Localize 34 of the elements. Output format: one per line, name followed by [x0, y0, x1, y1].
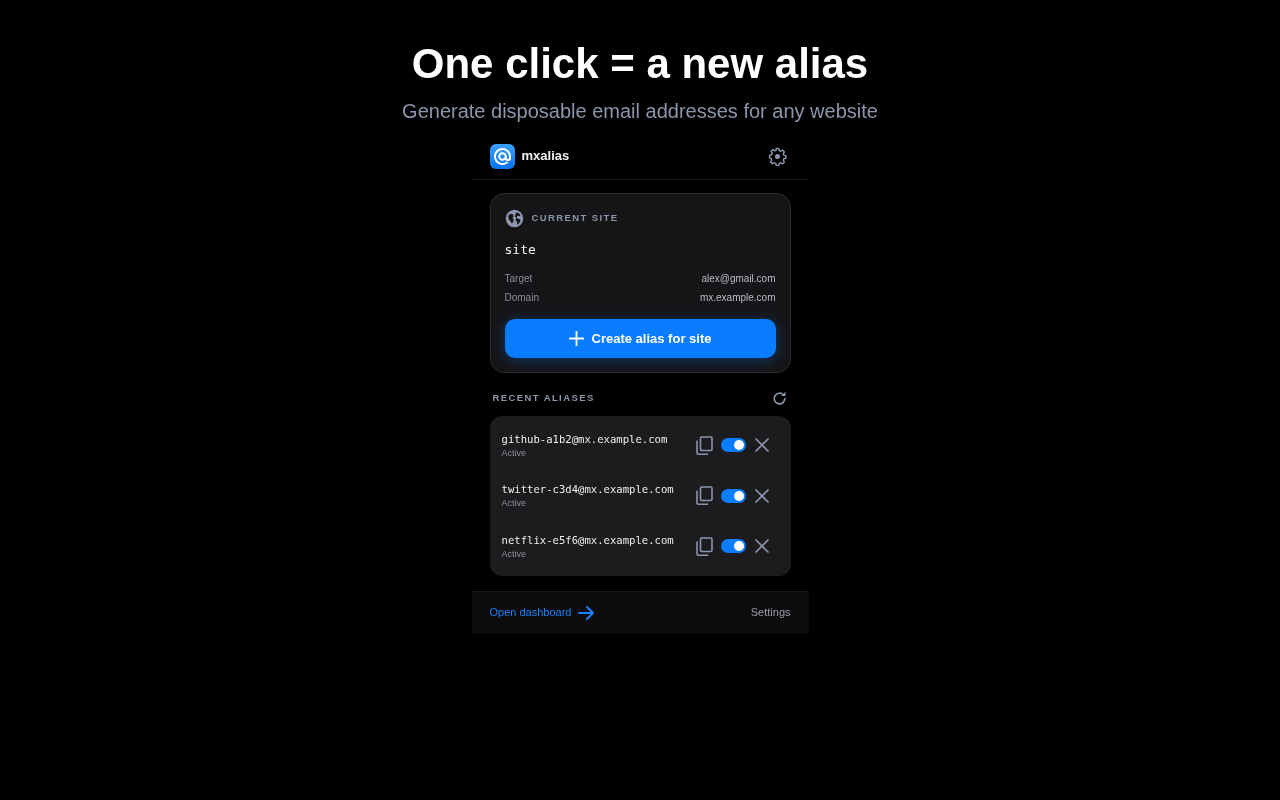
section-heading: CURRENT SITE [531, 211, 619, 226]
toggle-switch[interactable] [720, 488, 746, 503]
copy-icon[interactable] [695, 536, 713, 556]
alias-address: netflix-e5f6@mx.example.com [501, 532, 674, 547]
plus-icon [568, 331, 584, 346]
detail-label: Domain [504, 291, 539, 304]
close-icon[interactable] [754, 539, 769, 554]
close-icon[interactable] [754, 438, 769, 453]
globe-icon [504, 209, 524, 228]
create-alias-button[interactable]: Create alias for site [504, 319, 776, 358]
hero-subtitle: Generate disposable email addresses for any website [401, 99, 879, 123]
hero-title: One click = a new alias [410, 40, 870, 88]
alias-address: twitter-c3d4@mx.example.com [501, 482, 674, 497]
detail-value: alex@gmail.com [701, 272, 776, 285]
alias-status: Active [501, 548, 527, 560]
settings-link[interactable]: Settings [750, 604, 791, 621]
copy-icon[interactable] [695, 435, 713, 455]
detail-label: Target [504, 272, 533, 285]
open-dashboard-link[interactable]: Open dashboard [489, 604, 596, 621]
alias-status: Active [501, 447, 527, 459]
section-heading: RECENT ALIASES [492, 390, 595, 405]
arrow-right-icon [578, 605, 596, 620]
toggle-switch[interactable] [720, 539, 746, 554]
close-icon[interactable] [754, 488, 769, 503]
settings-icon[interactable] [767, 146, 787, 166]
alias-status: Active [501, 498, 527, 510]
toggle-switch[interactable] [720, 438, 746, 453]
copy-icon[interactable] [695, 486, 713, 506]
app-name: mxalias [521, 147, 570, 166]
site-name: site [504, 242, 537, 258]
alias-address: github-a1b2@mx.example.com [501, 431, 668, 446]
app-logo-icon [489, 143, 515, 169]
refresh-icon[interactable] [770, 389, 788, 407]
detail-value: mx.example.com [699, 291, 776, 304]
